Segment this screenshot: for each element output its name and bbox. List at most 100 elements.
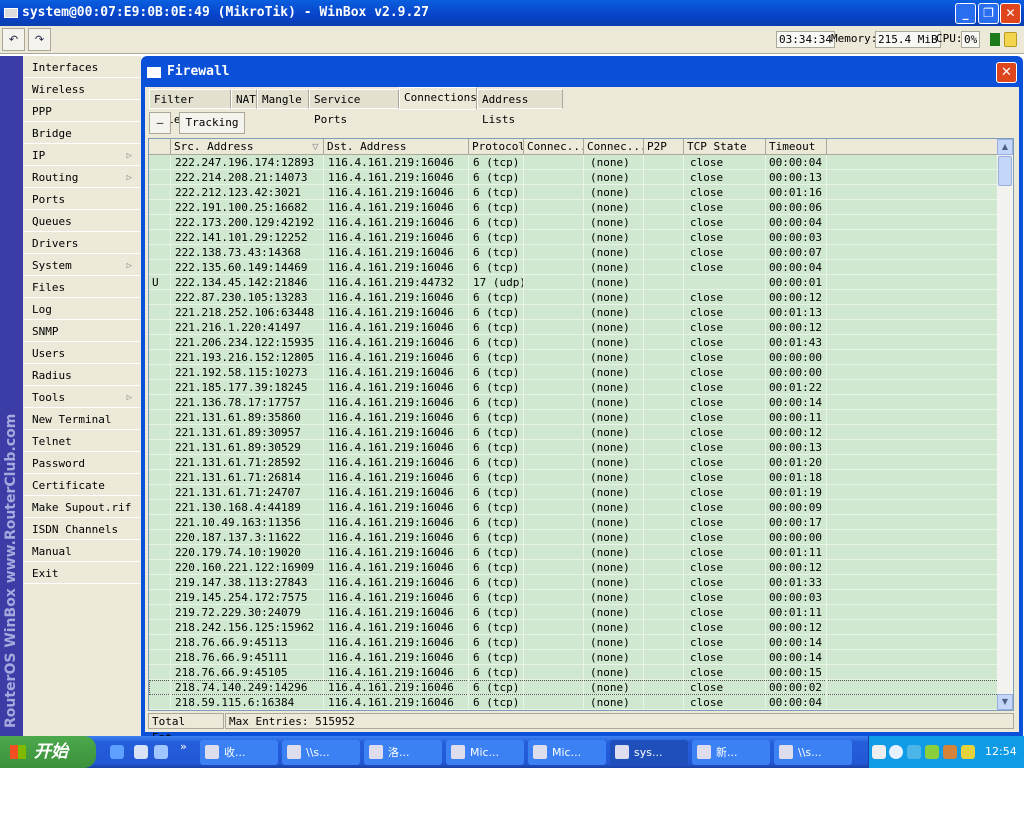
taskbar-button[interactable]: Mic...: [446, 740, 524, 765]
table-row[interactable]: 218.242.156.125:15962 116.4.161.219:16046…: [149, 620, 999, 635]
table-row[interactable]: 221.131.61.71:28592 116.4.161.219:16046 6 …: [149, 455, 999, 470]
quicklaunch-chevron[interactable]: »: [180, 740, 187, 753]
maximize-button[interactable]: ❐: [978, 3, 999, 24]
minimize-button[interactable]: _: [955, 3, 976, 24]
scroll-thumb[interactable]: [998, 156, 1012, 186]
sidebar-item-ports[interactable]: Ports: [24, 189, 140, 210]
column-header-connection-type[interactable]: Connec...: [584, 139, 644, 155]
tracking-button[interactable]: Tracking: [179, 112, 245, 134]
table-row[interactable]: 222.191.100.25:16682 116.4.161.219:16046 6…: [149, 200, 999, 215]
tab-address-lists[interactable]: Address Lists: [477, 89, 563, 126]
table-row[interactable]: 221.131.61.89:30957 116.4.161.219:16046 6 …: [149, 425, 999, 440]
redo-button[interactable]: ↷: [28, 28, 51, 51]
taskbar-button[interactable]: Mic...: [528, 740, 606, 765]
sidebar-item-manual[interactable]: Manual: [24, 541, 140, 562]
table-row[interactable]: 222.173.200.129:42192 116.4.161.219:16046…: [149, 215, 999, 230]
table-row[interactable]: 220.160.221.122:16909 116.4.161.219:16046…: [149, 560, 999, 575]
close-button[interactable]: ✕: [1000, 3, 1021, 24]
table-row[interactable]: 219.72.229.30:24079 116.4.161.219:16046 6 …: [149, 605, 999, 620]
sidebar-item-make-supout-rif[interactable]: Make Supout.rif: [24, 497, 140, 518]
shield-icon[interactable]: [961, 745, 975, 759]
taskbar-button[interactable]: 洛...: [364, 740, 442, 765]
taskbar-button[interactable]: 新...: [692, 740, 770, 765]
sidebar-item-new-terminal[interactable]: New Terminal: [24, 409, 140, 430]
table-row[interactable]: 218.59.115.6:16384 116.4.161.219:16046 6 (…: [149, 695, 999, 710]
tab-connections[interactable]: Connections: [399, 87, 477, 110]
column-header-timeout[interactable]: Timeout: [766, 139, 827, 155]
tab-filter-rules[interactable]: Filter Rules: [149, 89, 231, 126]
sidebar-item-ppp[interactable]: PPP: [24, 101, 140, 122]
tab-nat[interactable]: NAT: [231, 89, 257, 109]
table-row[interactable]: 222.138.73.43:14368 116.4.161.219:16046 6 …: [149, 245, 999, 260]
sidebar-item-ip[interactable]: IP ▷: [24, 145, 140, 166]
column-header-protocol[interactable]: Protocol: [469, 139, 524, 155]
table-row[interactable]: 221.131.61.71:26814 116.4.161.219:16046 6 …: [149, 470, 999, 485]
table-row[interactable]: 221.193.216.152:12805 116.4.161.219:16046…: [149, 350, 999, 365]
table-row[interactable]: 221.136.78.17:17757 116.4.161.219:16046 6 …: [149, 395, 999, 410]
start-button[interactable]: 开始: [0, 736, 96, 768]
taskbar-button[interactable]: 收...: [200, 740, 278, 765]
sidebar-item-password[interactable]: Password: [24, 453, 140, 474]
sidebar-item-drivers[interactable]: Drivers: [24, 233, 140, 254]
sidebar-item-files[interactable]: Files: [24, 277, 140, 298]
sidebar-item-isdn-channels[interactable]: ISDN Channels: [24, 519, 140, 540]
table-row[interactable]: 220.187.137.3:11622 116.4.161.219:16046 6 …: [149, 530, 999, 545]
clock[interactable]: 12:54: [985, 745, 1017, 758]
table-row[interactable]: 222.214.208.21:14073 116.4.161.219:16046 6…: [149, 170, 999, 185]
network-icon[interactable]: [907, 745, 921, 759]
table-row[interactable]: 218.76.66.9:45111 116.4.161.219:16046 6 (t…: [149, 650, 999, 665]
sidebar-item-queues[interactable]: Queues: [24, 211, 140, 232]
table-row[interactable]: 222.135.60.149:14469 116.4.161.219:16046 6…: [149, 260, 999, 275]
sidebar-item-interfaces[interactable]: Interfaces: [24, 57, 140, 78]
table-row[interactable]: 222.212.123.42:3021 116.4.161.219:16046 6 …: [149, 185, 999, 200]
table-row[interactable]: 220.179.74.10:19020 116.4.161.219:16046 6 …: [149, 545, 999, 560]
sidebar-item-wireless[interactable]: Wireless: [24, 79, 140, 100]
outlook-icon[interactable]: [154, 745, 168, 759]
table-row[interactable]: U 222.134.45.142:21846 116.4.161.219:44732…: [149, 275, 999, 290]
column-header-p2p[interactable]: P2P: [644, 139, 684, 155]
table-row[interactable]: 218.76.66.9:45105 116.4.161.219:16046 6 (t…: [149, 665, 999, 680]
sidebar-item-tools[interactable]: Tools ▷: [24, 387, 140, 408]
table-row[interactable]: 221.218.252.106:63448 116.4.161.219:16046…: [149, 305, 999, 320]
security-icon[interactable]: [925, 745, 939, 759]
lock-icon[interactable]: [1004, 32, 1017, 47]
column-header-connection-mark[interactable]: Connec...: [524, 139, 584, 155]
table-row[interactable]: 221.131.61.89:30529 116.4.161.219:16046 6 …: [149, 440, 999, 455]
table-row[interactable]: 222.87.230.105:13283 116.4.161.219:16046 6…: [149, 290, 999, 305]
ie-icon[interactable]: [110, 745, 124, 759]
sidebar-item-exit[interactable]: Exit: [24, 563, 140, 584]
table-row[interactable]: 221.130.168.4:44189 116.4.161.219:16046 6 …: [149, 500, 999, 515]
keyboard-icon[interactable]: [872, 745, 886, 759]
sidebar-item-snmp[interactable]: SNMP: [24, 321, 140, 342]
table-row[interactable]: 222.141.101.29:12252 116.4.161.219:16046 6…: [149, 230, 999, 245]
table-row[interactable]: 222.247.196.174:12893 116.4.161.219:16046…: [149, 155, 999, 170]
table-row[interactable]: 221.216.1.220:41497 116.4.161.219:16046 6 …: [149, 320, 999, 335]
table-row[interactable]: 219.145.254.172:7575 116.4.161.219:16046 6…: [149, 590, 999, 605]
desktop-icon[interactable]: [134, 745, 148, 759]
sidebar-item-certificate[interactable]: Certificate: [24, 475, 140, 496]
table-row[interactable]: 218.76.66.9:45113 116.4.161.219:16046 6 (t…: [149, 635, 999, 650]
column-header-src-address[interactable]: Src. Address: [171, 139, 324, 155]
tab-service-ports[interactable]: Service Ports: [309, 89, 399, 126]
table-row[interactable]: 221.206.234.122:15935 116.4.161.219:16046…: [149, 335, 999, 350]
sidebar-item-radius[interactable]: Radius: [24, 365, 140, 386]
table-row[interactable]: 221.131.61.89:35860 116.4.161.219:16046 6 …: [149, 410, 999, 425]
taskbar-button[interactable]: sys...: [610, 740, 688, 765]
scroll-up-icon[interactable]: ▲: [997, 139, 1013, 155]
sidebar-item-system[interactable]: System ▷: [24, 255, 140, 276]
vertical-scrollbar[interactable]: ▲ ▼: [997, 139, 1013, 710]
tray-expand-icon[interactable]: [889, 745, 903, 759]
table-row[interactable]: 219.147.38.113:27843 116.4.161.219:16046 6…: [149, 575, 999, 590]
remove-button[interactable]: —: [149, 112, 171, 134]
table-row[interactable]: 218.74.140.249:14296 116.4.161.219:16046 6…: [149, 680, 999, 695]
taskbar-button[interactable]: \\s...: [282, 740, 360, 765]
sidebar-item-users[interactable]: Users: [24, 343, 140, 364]
firewall-close-button[interactable]: ✕: [996, 62, 1017, 83]
column-header-flag[interactable]: [149, 139, 171, 155]
sidebar-item-log[interactable]: Log: [24, 299, 140, 320]
sidebar-item-telnet[interactable]: Telnet: [24, 431, 140, 452]
table-row[interactable]: 221.192.58.115:10273 116.4.161.219:16046 6…: [149, 365, 999, 380]
table-row[interactable]: 221.185.177.39:18245 116.4.161.219:16046 6…: [149, 380, 999, 395]
sidebar-item-routing[interactable]: Routing ▷: [24, 167, 140, 188]
column-header-tcp-state[interactable]: TCP State: [684, 139, 766, 155]
